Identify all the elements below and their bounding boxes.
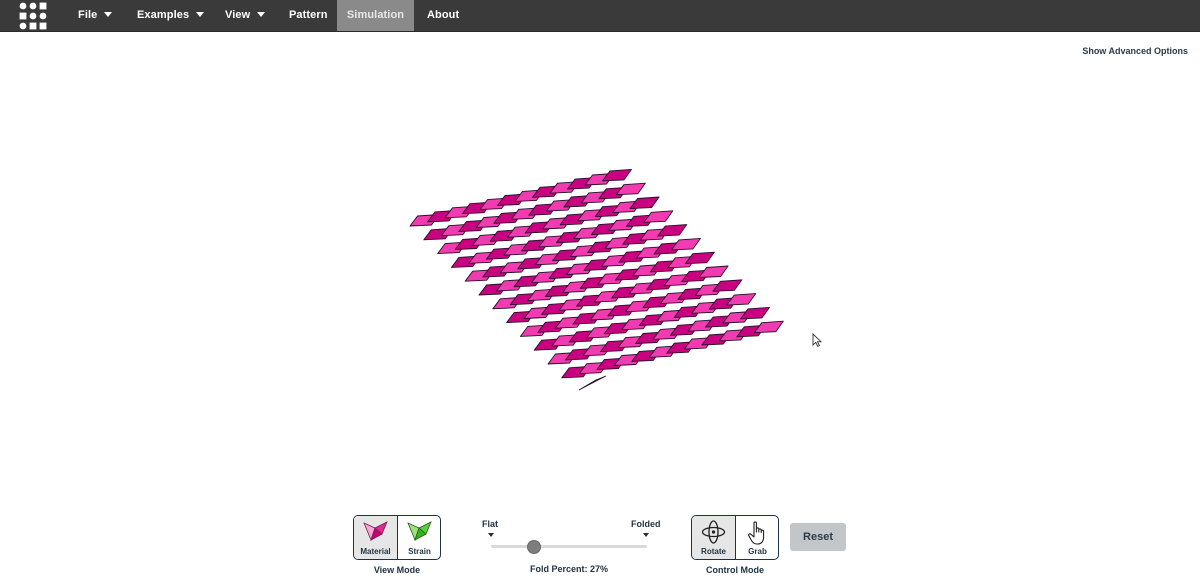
pattern-face bbox=[753, 320, 784, 334]
menu-about[interactable]: About bbox=[427, 0, 459, 31]
pattern-face bbox=[615, 182, 646, 196]
menu-view[interactable]: View bbox=[225, 0, 266, 31]
chevron-down-icon bbox=[104, 12, 113, 17]
fold-slider-track[interactable] bbox=[491, 545, 647, 548]
control-mode-caption: Control Mode bbox=[706, 565, 764, 575]
menu-examples[interactable]: Examples bbox=[137, 0, 205, 31]
rotate-mode-button[interactable]: Rotate bbox=[692, 516, 735, 559]
flat-label: Flat bbox=[482, 519, 499, 529]
hand-icon bbox=[748, 521, 765, 545]
pattern-face bbox=[712, 279, 743, 292]
mouse-cursor-icon bbox=[812, 333, 822, 347]
grab-mode-label: Grab bbox=[748, 547, 767, 556]
folded-label: Folded bbox=[631, 519, 661, 529]
menu-examples-label: Examples bbox=[137, 9, 190, 21]
fold-percent-readout: Fold Percent: 27% bbox=[529, 564, 609, 574]
menu-simulation-label: Simulation bbox=[346, 9, 405, 21]
rotate-icon bbox=[701, 520, 726, 544]
folded-marker-icon bbox=[643, 533, 649, 537]
material-icon bbox=[363, 521, 388, 542]
material-view-button[interactable]: Material bbox=[354, 516, 397, 559]
grab-mode-button[interactable]: Grab bbox=[736, 516, 778, 559]
pattern-face bbox=[643, 210, 674, 223]
material-view-label: Material bbox=[360, 547, 391, 556]
top-navbar: File Examples View Pattern Simulation Ab… bbox=[0, 0, 1200, 32]
menu-file[interactable]: File bbox=[78, 0, 113, 31]
rotate-mode-label: Rotate bbox=[701, 547, 726, 556]
pattern-face bbox=[671, 237, 701, 251]
pattern-face bbox=[698, 265, 729, 278]
strain-view-button[interactable]: Strain bbox=[398, 516, 440, 559]
menu-file-label: File bbox=[78, 9, 98, 21]
strain-icon bbox=[407, 521, 432, 542]
app-logo-icon[interactable] bbox=[19, 2, 47, 30]
chevron-down-icon bbox=[196, 12, 205, 17]
control-mode-toggle: Rotate Grab bbox=[691, 515, 779, 560]
pattern-face bbox=[657, 224, 688, 237]
chevron-down-icon bbox=[257, 12, 266, 17]
fold-slider-handle[interactable] bbox=[527, 540, 542, 554]
menu-about-label: About bbox=[427, 9, 460, 21]
simulation-viewport[interactable] bbox=[0, 32, 1200, 502]
menu-pattern[interactable]: Pattern bbox=[289, 0, 328, 31]
view-mode-caption: View Mode bbox=[373, 565, 421, 575]
strain-view-label: Strain bbox=[408, 547, 431, 556]
menu-view-label: View bbox=[225, 9, 251, 21]
view-mode-toggle: Material Strain bbox=[353, 515, 441, 560]
menu-simulation[interactable]: Simulation bbox=[337, 0, 414, 31]
flat-marker-icon bbox=[488, 533, 494, 537]
pattern-tip bbox=[578, 375, 607, 391]
pattern-face bbox=[726, 293, 757, 306]
pattern-face bbox=[629, 196, 660, 209]
menu-pattern-label: Pattern bbox=[289, 9, 328, 21]
pattern-face bbox=[602, 168, 632, 182]
pattern-face bbox=[684, 251, 715, 265]
pattern-face bbox=[740, 306, 770, 320]
reset-button[interactable]: Reset bbox=[790, 523, 846, 551]
